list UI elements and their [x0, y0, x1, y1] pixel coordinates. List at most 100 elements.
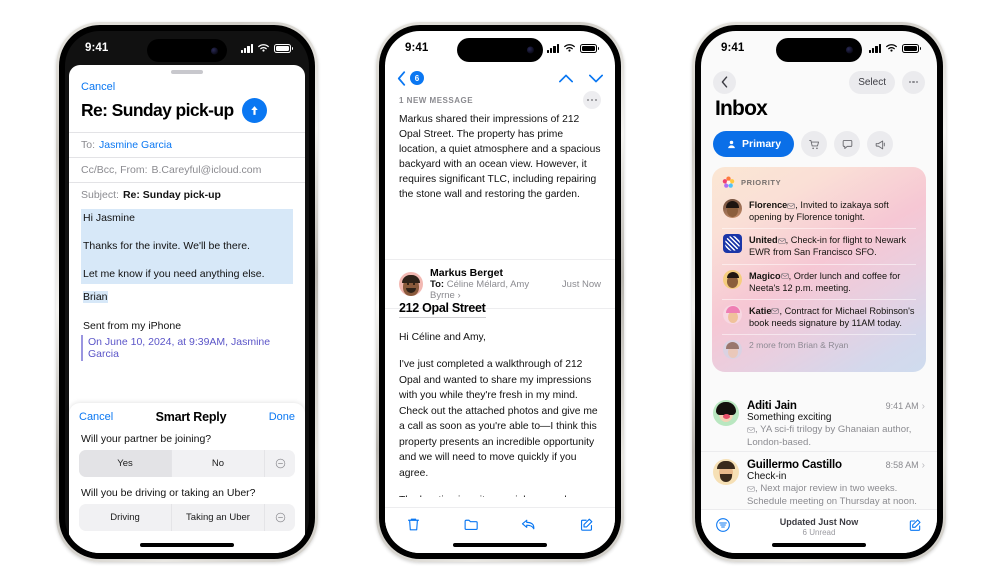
compose-button[interactable] [907, 517, 923, 538]
chevron-up-icon[interactable] [559, 74, 573, 83]
unread-badge: 6 [410, 71, 424, 85]
phone-thread: 9:41 6 1 NEW MESSAGE Markus shared their… [376, 22, 624, 562]
dismiss-question-button[interactable] [265, 504, 295, 531]
compose-cancel-button[interactable]: Cancel [69, 74, 305, 93]
avatar [723, 199, 742, 218]
trash-icon[interactable] [405, 516, 422, 533]
compose-body[interactable]: Hi Jasmine Thanks for the invite. We'll … [69, 209, 305, 361]
message-paragraph: Hi Céline and Amy, [399, 332, 486, 343]
list-item[interactable]: Guillermo Castillo 8:58 AM › Check-in , … [701, 451, 937, 516]
subject-label: Subject: [81, 189, 119, 201]
screen-compose: 9:41 Cancel Re: Sunday pick-up To: Jasmi… [65, 31, 309, 553]
filter-button[interactable] [715, 517, 731, 538]
envelope-icon [747, 426, 755, 433]
option-yes[interactable]: Yes [79, 450, 172, 477]
tab-primary[interactable]: Primary [713, 131, 795, 157]
subject: Something exciting [747, 412, 832, 423]
tab-promotions[interactable] [867, 131, 894, 157]
priority-item[interactable]: United, Check-in for flight to Newark EW… [722, 228, 916, 263]
option-taking-uber[interactable]: Taking an Uber [172, 504, 265, 531]
chevron-right-icon[interactable]: › [922, 460, 925, 471]
to-field[interactable]: To: Jasmine Garcia [69, 132, 305, 157]
list-item-right: 8:58 AM › [886, 460, 925, 471]
ellipsis-icon[interactable] [583, 91, 601, 109]
priority-card[interactable]: PRIORITY Florence, Invited to izakaya so… [712, 167, 926, 373]
sender-name: Guillermo Castillo [747, 459, 842, 471]
dismiss-question-button[interactable] [265, 450, 295, 477]
priority-text: United, Check-in for flight to Newark EW… [749, 234, 916, 258]
list-item-main: Aditi Jain 9:41 AM › Something exciting … [747, 400, 925, 450]
front-camera-icon [527, 46, 534, 54]
message-body: 212 Opal Street Hi Céline and Amy, I've … [385, 299, 615, 497]
priority-sender: United [749, 235, 778, 246]
home-indicator[interactable] [772, 543, 866, 547]
thread-nav-bar: 6 [385, 65, 615, 91]
preview-text: , YA sci-fi trilogy by Ghanaian author, … [747, 424, 912, 448]
ai-summary-block: 1 NEW MESSAGE Markus shared their impres… [385, 91, 615, 203]
message-paragraph: I've just completed a walkthrough of 212… [399, 359, 598, 479]
chevron-down-icon[interactable] [589, 74, 603, 83]
front-camera-icon [846, 46, 853, 54]
folder-icon[interactable] [463, 516, 480, 533]
to-label: To: [81, 139, 96, 151]
person-icon [728, 140, 735, 148]
smart-reply-sheet: Cancel Smart Reply Done Will your partne… [69, 403, 305, 553]
body-line: Brian [83, 290, 108, 303]
nav-back-group[interactable]: 6 [397, 70, 424, 86]
chevron-right-icon[interactable]: › [922, 401, 925, 412]
home-indicator[interactable] [453, 543, 547, 547]
avatar [723, 269, 742, 289]
priority-header: PRIORITY [722, 176, 916, 189]
sender-recipients: To: Céline Mélard, Amy Byrne › [430, 279, 555, 301]
dynamic-island [457, 38, 543, 62]
preview: , YA sci-fi trilogy by Ghanaian author, … [747, 424, 925, 450]
to-label: To: [430, 279, 445, 290]
priority-text: Katie, Contract for Michael Robinson's b… [749, 305, 916, 329]
subject-value: Re: Sunday pick-up [122, 189, 221, 201]
smart-reply-question: Will your partner be joining? [81, 433, 212, 445]
priority-item[interactable]: Florence, Invited to izakaya soft openin… [722, 194, 916, 228]
avatar [399, 272, 423, 296]
dynamic-island [776, 38, 862, 62]
send-button[interactable] [241, 98, 267, 123]
ellipsis-icon [908, 80, 919, 84]
priority-item[interactable]: Magico, Order lunch and coffee for Neeta… [722, 263, 916, 299]
message-subject: 212 Opal Street [399, 301, 486, 318]
subject-field[interactable]: Subject: Re: Sunday pick-up [69, 182, 305, 207]
list-item-main: Guillermo Castillo 8:58 AM › Check-in , … [747, 459, 925, 509]
avatar [723, 304, 742, 324]
tab-updates[interactable] [834, 131, 861, 157]
phone-bezel: 9:41 6 1 NEW MESSAGE Markus shared their… [379, 25, 621, 559]
recipients-value: Céline Mélard, Amy Byrne [430, 279, 530, 301]
arrow-up-icon [250, 106, 258, 115]
ccbcc-field[interactable]: Cc/Bcc, From: B.Careyful@icloud.com [69, 157, 305, 182]
phone-compose: 9:41 Cancel Re: Sunday pick-up To: Jasmi… [56, 22, 318, 562]
list-item-right: 9:41 AM › [886, 401, 925, 412]
priority-item[interactable]: Katie, Contract for Michael Robinson's b… [722, 298, 916, 334]
select-button[interactable]: Select [849, 70, 895, 94]
more-button[interactable] [902, 70, 925, 94]
list-item[interactable]: Aditi Jain 9:41 AM › Something exciting … [701, 393, 937, 457]
tab-transactions[interactable] [801, 131, 828, 157]
option-no[interactable]: No [172, 450, 265, 477]
option-driving[interactable]: Driving [79, 504, 172, 531]
smart-reply-options: Driving Taking an Uber [79, 504, 295, 531]
home-indicator[interactable] [140, 543, 234, 547]
wifi-icon [886, 44, 897, 52]
summary-text: Markus shared their impressions of 212 O… [399, 114, 601, 200]
priority-sender: Florence [749, 200, 788, 210]
quoted-header: On June 10, 2024, at 9:39AM, Jasmine Gar… [81, 334, 293, 361]
compose-header: Re: Sunday pick-up [69, 93, 305, 132]
wifi-icon [564, 44, 575, 52]
back-button[interactable] [713, 70, 736, 94]
compose-icon [909, 519, 921, 531]
smart-reply-done-button[interactable]: Done [269, 411, 295, 423]
brand-logo [723, 234, 742, 254]
reply-icon[interactable] [520, 516, 537, 533]
updated-label: Updated Just Now [779, 517, 859, 527]
summary-header: 1 NEW MESSAGE [399, 91, 601, 109]
smart-reply-cancel-button[interactable]: Cancel [79, 411, 113, 423]
envelope-icon [780, 273, 789, 279]
compose-icon[interactable] [578, 516, 595, 533]
priority-more-row[interactable]: 2 more from Brian & Ryan [722, 334, 916, 364]
